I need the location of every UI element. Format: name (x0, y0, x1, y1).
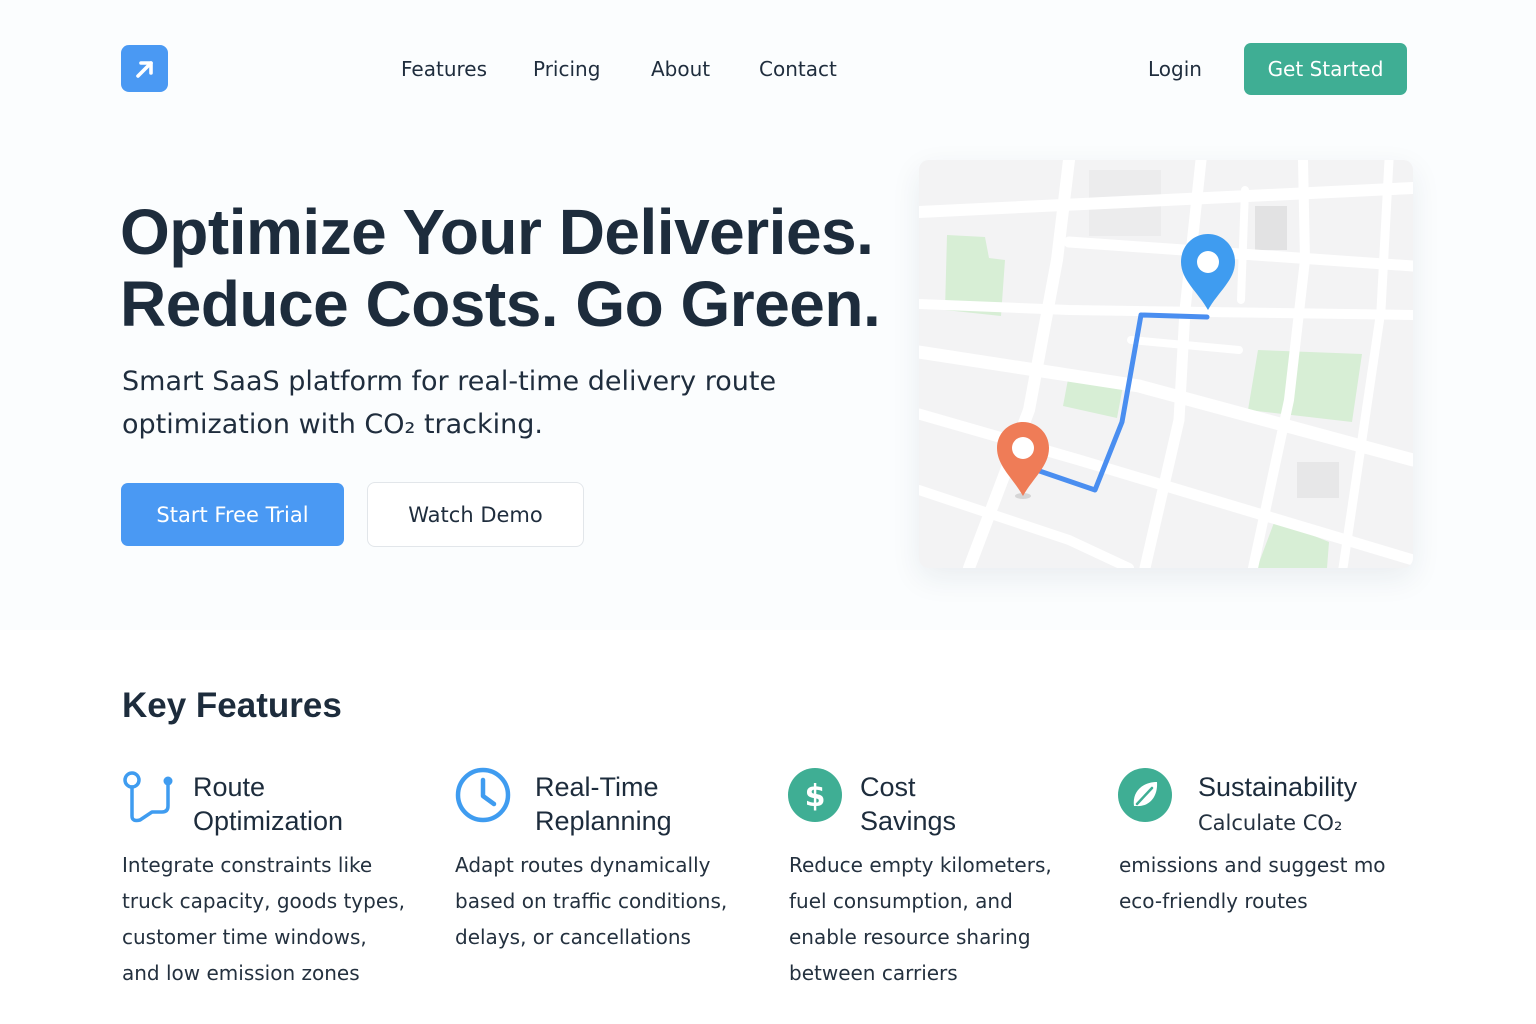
hero-subtitle: Smart SaaS platform for real-time delive… (122, 360, 822, 446)
leaf-icon (1118, 768, 1174, 824)
route-map (919, 160, 1413, 568)
feature-desc-line: customer time windows, (122, 925, 367, 949)
feature-desc-line: Adapt routes dynamically (455, 853, 711, 877)
nav-about-link[interactable]: About (651, 56, 710, 82)
hero-title-line-2: Reduce Costs. Go Green. (120, 268, 881, 340)
feature-desc-line: based on traffic conditions, (455, 889, 728, 913)
feature-desc-line: eco-friendly routes (1119, 889, 1308, 913)
map-illustration (919, 160, 1413, 568)
feature-desc-line: Integrate constraints like (122, 853, 373, 877)
dollar-icon: $ (788, 768, 844, 824)
get-started-button[interactable]: Get Started (1244, 43, 1407, 95)
watch-demo-button[interactable]: Watch Demo (367, 482, 584, 547)
feature-title-line: Replanning (535, 806, 672, 836)
feature-title-line: Optimization (193, 806, 344, 836)
hero-title: Optimize Your Deliveries. Reduce Costs. … (120, 196, 881, 340)
feature-title-line: Savings (860, 806, 957, 836)
hero-subtitle-line-2: optimization with CO₂ tracking. (122, 409, 543, 440)
feature-desc-line: enable resource sharing (789, 925, 1031, 949)
clock-icon (454, 766, 511, 823)
nav-pricing-link[interactable]: Pricing (533, 56, 600, 82)
building-block (1255, 206, 1287, 250)
feature-desc-line: and low emission zones (122, 961, 360, 985)
feature-title-sustainability: Sustainability Calculate CO₂ (1198, 770, 1357, 837)
feature-desc-sustainability: emissions and suggest mo eco-friendly ro… (1119, 847, 1386, 919)
feature-desc-line: fuel consumption, and (789, 889, 1013, 913)
logo-icon[interactable] (121, 45, 168, 92)
feature-desc-line: delays, or cancellations (455, 925, 691, 949)
nav-contact-link[interactable]: Contact (759, 56, 837, 82)
nav-features-link[interactable]: Features (401, 56, 487, 82)
feature-title-line: Real-Time (535, 772, 659, 802)
feature-title-cost-savings: Cost Savings (860, 770, 956, 838)
feature-title-line: Calculate CO₂ (1198, 811, 1343, 835)
feature-title-line: Route (193, 772, 266, 802)
feature-title-line: Cost (860, 772, 916, 802)
login-link[interactable]: Login (1148, 56, 1202, 82)
feature-title-real-time-replanning: Real-Time Replanning (535, 770, 672, 838)
feature-desc-route-optimization: Integrate constraints like truck capacit… (122, 847, 405, 991)
feature-desc-line: truck capacity, goods types, (122, 889, 405, 913)
feature-desc-line: emissions and suggest mo (1119, 853, 1386, 877)
feature-desc-real-time-replanning: Adapt routes dynamically based on traffi… (455, 847, 727, 955)
feature-desc-cost-savings: Reduce empty kilometers, fuel consumptio… (789, 847, 1052, 991)
route-icon (120, 770, 176, 826)
key-features-title: Key Features (122, 686, 342, 725)
feature-title-route-optimization: Route Optimization (193, 770, 343, 838)
svg-text:$: $ (805, 779, 826, 814)
hero-title-line-1: Optimize Your Deliveries. (120, 196, 874, 268)
park-area (1248, 350, 1362, 422)
start-free-trial-button[interactable]: Start Free Trial (121, 483, 344, 546)
hero-subtitle-line-1: Smart SaaS platform for real-time delive… (122, 366, 777, 397)
feature-desc-line: between carriers (789, 961, 958, 985)
building-block (1297, 462, 1339, 498)
feature-desc-line: Reduce empty kilometers, (789, 853, 1052, 877)
feature-title-line: Sustainability (1198, 772, 1358, 802)
